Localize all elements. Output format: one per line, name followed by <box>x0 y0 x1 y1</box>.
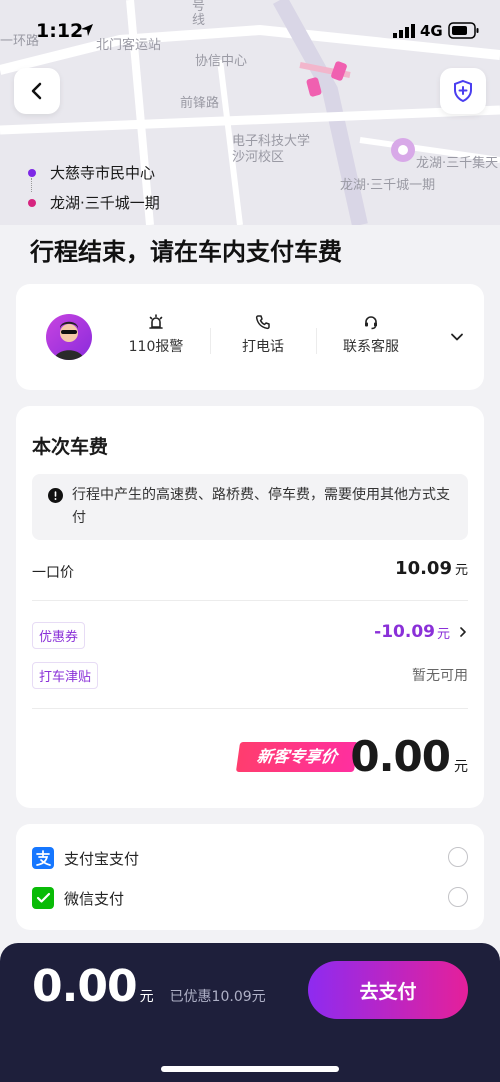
discount-note: 已优惠10.09元 <box>169 989 266 1005</box>
call-label: 打电话 <box>242 339 284 355</box>
pay-button[interactable]: 去支付 <box>308 961 468 1019</box>
bottom-pay-bar: 0.00 元 已优惠10.09元 去支付 <box>0 943 500 1082</box>
chevron-right-icon <box>460 627 466 637</box>
chevron-left-icon <box>31 82 42 100</box>
status-bar: 1:12 4G <box>0 0 500 60</box>
customer-service-button[interactable]: 联系客服 <box>321 314 421 356</box>
fare-title: 本次车费 <box>32 436 109 458</box>
fare-notice: 行程中产生的高速费、路桥费、停车费，需要使用其他方式支付 <box>32 474 468 540</box>
fixed-price-label: 一口价 <box>32 565 74 581</box>
fare-card: 本次车费 行程中产生的高速费、路桥费、停车费，需要使用其他方式支付 一口价 10… <box>16 406 484 808</box>
wechat-pay-icon <box>32 887 54 909</box>
divider <box>32 708 468 709</box>
destination-pin-icon <box>391 138 415 162</box>
alipay-option[interactable]: 支付宝支付 <box>32 840 468 876</box>
destination-dot-icon <box>28 198 36 207</box>
service-label: 联系客服 <box>343 339 399 355</box>
chevron-down-icon[interactable] <box>450 330 464 344</box>
coupon-tag: 优惠券 <box>32 622 86 649</box>
divider <box>32 600 468 601</box>
coupon-row[interactable]: -10.09 元 <box>374 622 468 642</box>
total-value: 0.00 <box>350 732 451 781</box>
payment-methods-card: 支付宝支付 微信支付 <box>16 824 484 930</box>
origin-label: 大慈寺市民中心 <box>50 164 156 182</box>
alipay-label: 支付宝支付 <box>64 849 140 868</box>
alipay-icon <box>32 847 54 869</box>
map-label: 前锋路 <box>180 96 220 111</box>
notice-text: 行程中产生的高速费、路桥费、停车费，需要使用其他方式支付 <box>72 487 450 526</box>
signal-icon <box>393 24 415 38</box>
currency-unit: 元 <box>436 626 450 642</box>
currency-unit: 元 <box>139 989 154 1005</box>
bottom-amount-value: 0.00 <box>32 961 138 1012</box>
map-label: 电子科技大学沙河校区 <box>232 134 311 165</box>
wechat-option[interactable]: 微信支付 <box>32 880 468 916</box>
avatar <box>46 314 92 360</box>
currency-unit: 元 <box>454 563 468 578</box>
info-icon <box>48 488 63 503</box>
subsidy-tag: 打车津贴 <box>32 662 99 689</box>
currency-unit: 元 <box>454 759 468 775</box>
page-title: 行程结束，请在车内支付车费 <box>30 238 342 266</box>
battery-icon <box>448 22 479 39</box>
alarm-icon <box>149 314 163 329</box>
call-button[interactable]: 打电话 <box>213 314 313 356</box>
divider <box>210 328 211 354</box>
wechat-label: 微信支付 <box>64 889 125 908</box>
home-indicator <box>161 1066 339 1072</box>
phone-icon <box>255 315 270 330</box>
divider <box>316 328 317 354</box>
location-arrow-icon <box>81 24 93 36</box>
origin-dot-icon <box>28 168 36 177</box>
shield-icon <box>454 79 472 103</box>
route-destination: 龙湖·三千城一期 <box>28 192 160 213</box>
safety-button[interactable] <box>440 68 486 114</box>
police-label: 110报警 <box>128 339 184 355</box>
back-button[interactable] <box>14 68 60 114</box>
network-type: 4G <box>420 22 443 40</box>
total-price: 0.00 元 <box>350 732 468 781</box>
new-user-badge: 新客专享价 <box>235 742 359 772</box>
status-time: 1:12 <box>36 20 84 42</box>
map-label: 龙湖·三千集天 <box>416 156 499 171</box>
destination-label: 龙湖·三千城一期 <box>50 194 160 212</box>
headset-icon <box>365 316 377 330</box>
coupon-value: -10.09 <box>374 622 435 642</box>
route-connector <box>31 178 33 192</box>
fixed-price-value: 10.09 <box>395 558 452 579</box>
driver-card: 110报警 打电话 联系客服 <box>16 284 484 390</box>
map-label: 龙湖·三千城一期 <box>340 178 436 193</box>
alipay-radio[interactable] <box>448 847 468 867</box>
fixed-price: 10.09 元 <box>395 558 468 579</box>
subsidy-value: 暂无可用 <box>412 668 468 684</box>
police-button[interactable]: 110报警 <box>106 314 206 356</box>
route-origin: 大慈寺市民中心 <box>28 162 155 183</box>
wechat-radio[interactable] <box>448 887 468 907</box>
bottom-amount: 0.00 元 已优惠10.09元 <box>32 961 266 1012</box>
